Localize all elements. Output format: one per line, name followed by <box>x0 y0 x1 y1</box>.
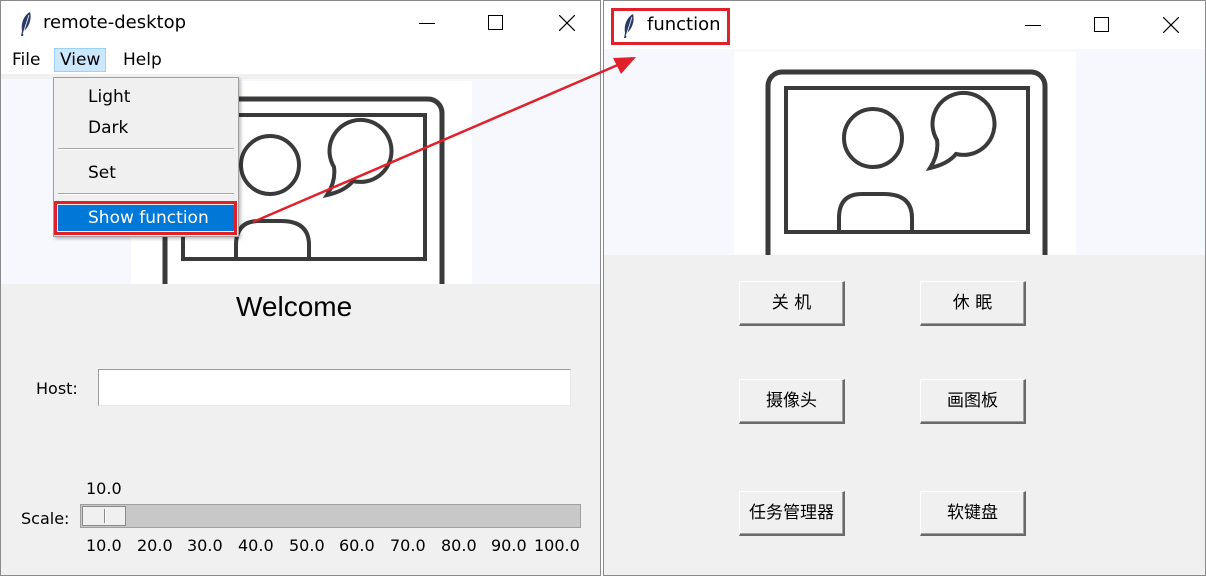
close-button[interactable] <box>544 1 590 46</box>
task-manager-button[interactable]: 任务管理器 <box>739 491 845 536</box>
maximize-button[interactable] <box>473 1 519 46</box>
paint-button[interactable]: 画图板 <box>920 379 1026 424</box>
window-title: function <box>647 14 721 35</box>
scale-tick: 40.0 <box>238 536 274 555</box>
menu-bar: File View Help <box>1 46 600 74</box>
camera-button[interactable]: 摄像头 <box>739 379 845 424</box>
video-chat-icon <box>765 69 1048 275</box>
scale-tick: 90.0 <box>491 536 527 555</box>
host-label: Host: <box>36 379 78 398</box>
scale-tick: 70.0 <box>390 536 426 555</box>
scale-tick: 30.0 <box>187 536 223 555</box>
menu-item-light[interactable]: Light <box>54 84 238 110</box>
title-bar[interactable]: remote-desktop <box>1 1 600 46</box>
soft-keyboard-button[interactable]: 软键盘 <box>920 491 1026 536</box>
function-window: function 关 机 休 眠 摄像头 画图板 任务管理器 软键盘 <box>603 0 1206 576</box>
scale-tick: 20.0 <box>137 536 173 555</box>
image-panel <box>604 49 1205 275</box>
maximize-icon <box>488 15 503 30</box>
video-chat-picture <box>734 52 1076 275</box>
window-title: remote-desktop <box>43 12 187 33</box>
menu-separator <box>58 193 234 195</box>
feather-icon <box>624 14 634 38</box>
scale-tick: 100.0 <box>534 536 580 555</box>
close-icon <box>1163 17 1179 33</box>
welcome-heading: Welcome <box>236 291 353 322</box>
scale-slider-thumb[interactable] <box>82 506 126 526</box>
shutdown-button[interactable]: 关 机 <box>739 281 845 326</box>
maximize-icon <box>1094 17 1109 32</box>
view-dropdown-menu: Light Dark Set Show function <box>53 77 239 237</box>
close-icon <box>559 15 575 31</box>
menu-view[interactable]: View <box>54 48 107 72</box>
menu-item-show-function[interactable]: Show function <box>58 205 234 231</box>
scale-current-value: 10.0 <box>86 479 122 498</box>
scale-tick: 60.0 <box>339 536 375 555</box>
maximize-button[interactable] <box>1079 3 1125 48</box>
remote-desktop-window: remote-desktop File View Help Welcome Ho… <box>0 0 601 576</box>
scale-tick: 50.0 <box>289 536 325 555</box>
sleep-button[interactable]: 休 眠 <box>920 281 1026 326</box>
minimize-button[interactable] <box>404 1 450 46</box>
feather-icon <box>21 12 31 36</box>
minimize-icon <box>419 23 435 24</box>
menu-item-dark[interactable]: Dark <box>54 115 238 141</box>
scale-slider[interactable] <box>80 504 581 528</box>
menu-item-set[interactable]: Set <box>54 160 238 186</box>
menu-file[interactable]: File <box>7 49 45 71</box>
scale-tick: 10.0 <box>86 536 122 555</box>
host-input[interactable] <box>98 369 571 406</box>
scale-label: Scale: <box>21 509 70 528</box>
close-button[interactable] <box>1148 3 1194 48</box>
minimize-button[interactable] <box>1010 3 1056 48</box>
menu-separator <box>58 148 234 150</box>
minimize-icon <box>1025 25 1041 26</box>
menu-help[interactable]: Help <box>118 49 167 71</box>
scale-tick: 80.0 <box>441 536 477 555</box>
title-bar[interactable]: function <box>604 1 1205 49</box>
